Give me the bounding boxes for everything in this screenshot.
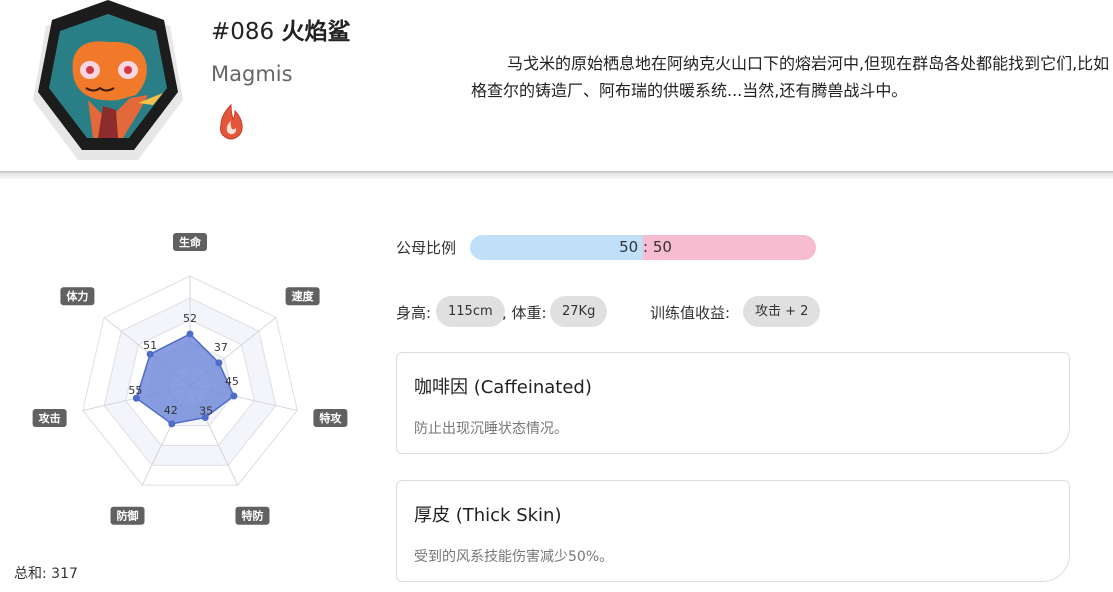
radar-value-label: 51	[143, 339, 157, 352]
trait-card[interactable]: 咖啡因 (Caffeinated) 防止出现沉睡状态情况。	[396, 352, 1070, 454]
trait-title: 咖啡因 (Caffeinated)	[414, 377, 592, 398]
radar-axis-label: 速度	[292, 289, 315, 303]
radar-data-point	[186, 330, 194, 338]
radar-value-label: 35	[199, 405, 213, 418]
radar-value-label: 52	[183, 312, 197, 325]
radar-data-point	[168, 420, 176, 428]
temtem-portrait	[33, 0, 183, 160]
header: #086 火焰鲨 Magmis 马戈米的原始栖息地在阿纳克火山口下的熔岩河中,但…	[0, 0, 1113, 172]
radar-data-point	[215, 359, 223, 367]
temtem-number: #086	[211, 19, 275, 45]
trait-desc: 防止出现沉睡状态情况。	[414, 421, 568, 437]
radar-value-label: 37	[214, 341, 228, 354]
radar-value-label: 55	[128, 384, 142, 397]
gender-ratio-male: 50	[470, 235, 643, 260]
radar-axis-label: 体力	[66, 289, 88, 303]
radar-value-label: 45	[225, 375, 239, 388]
page-title: #086 火焰鲨	[211, 12, 350, 46]
radar-data-point	[230, 392, 238, 400]
training-label: 训练值收益:	[650, 304, 731, 322]
header-divider	[0, 171, 1113, 179]
stats-total: 总和: 317	[14, 566, 78, 582]
trait-title: 厚皮 (Thick Skin)	[414, 505, 562, 526]
training-value: 攻击 + 2	[743, 296, 821, 327]
weight-label: , 体重:	[502, 304, 547, 322]
temtem-name-en: Magmis	[211, 62, 293, 86]
weight-value: 27Kg	[550, 296, 608, 327]
height-value: 115cm	[436, 296, 505, 327]
gender-ratio-bar: 50 : 50	[470, 235, 816, 260]
radar-axis-label: 特防	[241, 509, 263, 523]
radar-value-label: 42	[164, 404, 178, 417]
fire-type-icon[interactable]	[215, 103, 247, 141]
temtem-name-cn: 火焰鲨	[281, 19, 351, 45]
radar-axis-label: 攻击	[39, 411, 61, 425]
radar-axis-label: 防御	[117, 509, 139, 523]
radar-axis-label: 特攻	[319, 411, 342, 425]
gender-ratio-label: 公母比例	[396, 239, 457, 257]
trait-desc: 受到的风系技能伤害减少50%。	[414, 549, 614, 565]
height-label: 身高:	[396, 304, 432, 322]
trait-card[interactable]: 厚皮 (Thick Skin) 受到的风系技能伤害减少50%。	[396, 480, 1070, 582]
radar-axis-label: 生命	[179, 235, 202, 249]
stats-radar-chart: 52 37 45 35 42 55 51 生命速度特攻特防 防御 攻击 体力	[32, 233, 348, 525]
temtem-description: 马戈米的原始栖息地在阿纳克火山口下的熔岩河中,但现在群岛各处都能找到它们,比如格…	[471, 54, 1110, 100]
gender-ratio-female: : 50	[643, 235, 816, 260]
